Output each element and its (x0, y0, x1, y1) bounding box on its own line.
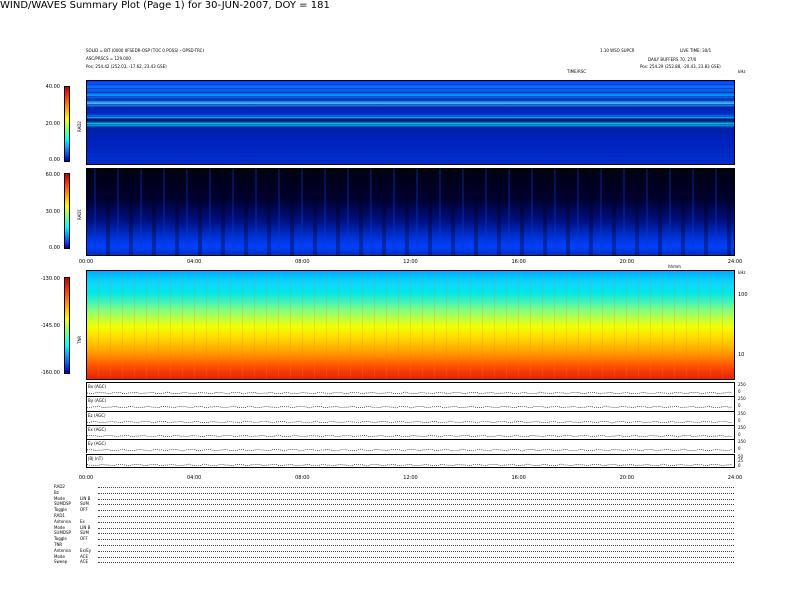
settings-dotted-line (98, 492, 734, 494)
tnr-right-unit: kHz (738, 270, 746, 275)
rad2-panel-name: RAD2 (77, 121, 82, 132)
housekeeping-trace (87, 420, 733, 423)
housekeeping-trace-line (87, 406, 733, 409)
housekeeping-right-tick: 0 (738, 417, 741, 423)
header-time-tag: TIME/RSC (567, 69, 587, 74)
settings-dotted-line (98, 527, 734, 529)
lower-time-tick-label: 12:00 (403, 475, 418, 481)
rad2-tick-top: 40.00 (45, 84, 60, 90)
tnr-spectrogram (86, 270, 735, 380)
lower-time-tick-label: 08:00 (295, 475, 310, 481)
housekeeping-right-tick: 250 (738, 382, 746, 387)
housekeeping-panel (86, 439, 735, 454)
rad1-tick-mid: 30.00 (45, 209, 60, 215)
rad2-tick-bottom: 0.00 (48, 157, 60, 163)
header-khz-tag: kHz (738, 69, 746, 74)
settings-dotted-line (98, 504, 734, 506)
settings-key: Sweep (54, 559, 68, 565)
housekeeping-label: Ex (AGC) (88, 426, 106, 432)
upper-time-tick-label: 24:00 (727, 259, 743, 265)
housekeeping-right-tick: 0 (738, 389, 741, 395)
tnr-right-tick-100: 100 (738, 292, 748, 298)
upper-time-tick-label: 20:00 (619, 259, 635, 265)
tnr-colorbar (64, 277, 70, 374)
housekeeping-trace (87, 391, 733, 395)
housekeeping-trace (87, 463, 733, 466)
housekeeping-panel (86, 424, 735, 440)
housekeeping-right-tick: 0 (738, 446, 741, 452)
settings-dotted-line (98, 521, 734, 523)
lower-time-tick-label: 00:00 (78, 475, 94, 481)
settings-dotted-line (98, 516, 734, 517)
housekeeping-right-tick: 250 (738, 396, 746, 402)
rad2-colorbar (64, 86, 70, 162)
housekeeping-panel (86, 453, 735, 468)
settings-dotted-line (98, 539, 734, 541)
header-position-right: Pos: 254.29 (252.88, -20.43, 23.83 GSE) (640, 64, 721, 69)
housekeeping-trace-line (87, 420, 733, 423)
upper-time-tick-label: 12:00 (403, 259, 418, 265)
upper-time-tick-label: 16:00 (511, 259, 526, 265)
header-info-line1: SOLID = BIT (0000 0FSEDR-OSP (TOC 0 POSS… (86, 48, 205, 53)
header-daily-buffers: DAILY BUFFERS 70, 27/0 (648, 57, 697, 62)
upper-time-tick-label: 00:00 (78, 259, 94, 265)
lower-time-tick-label: 24:00 (727, 475, 743, 481)
housekeeping-right-tick: 250 (738, 410, 746, 416)
housekeeping-panel (86, 396, 735, 411)
housekeeping-label: Ez (AGC) (88, 412, 106, 418)
settings-dotted-line (98, 487, 734, 488)
housekeeping-trace-line (87, 463, 733, 466)
housekeeping-label: Ey (AGC) (88, 441, 106, 447)
housekeeping-panel (86, 410, 735, 425)
housekeeping-label: Bx (AGC) (88, 384, 107, 389)
rad2-tick-mid: 20.00 (45, 121, 60, 127)
settings-dotted-line (98, 556, 734, 558)
lower-time-tick-label: 16:00 (511, 475, 526, 481)
tnr-tick-bottom: -160.00 (40, 370, 60, 376)
settings-dotted-line (98, 562, 734, 564)
tnr-right-tick-10: 10 (738, 352, 745, 358)
settings-dotted-line (98, 498, 734, 500)
rad1-tick-bottom: 0.00 (48, 245, 60, 251)
settings-dotted-line (98, 510, 734, 512)
rad1-panel-name: RAD1 (77, 209, 82, 220)
settings-row: Sweep ACE (54, 559, 734, 565)
settings-dotted-line (98, 533, 734, 535)
header-position-left: Pos: 254.42 (252.03, -17.62, 23.43 GSE) (86, 64, 167, 69)
page-title: WIND/WAVES Summary Plot (Page 1) for 30-… (0, 0, 330, 11)
housekeeping-label: |B| (nT) (88, 455, 103, 461)
housekeeping-right-tick: 250 (738, 424, 746, 430)
settings-dotted-line (98, 545, 734, 546)
settings-dotted-line (98, 550, 734, 552)
housekeeping-right-tick: 0 (738, 432, 741, 438)
upper-time-tick-label: 04:00 (186, 259, 202, 265)
housekeeping-trace-line (87, 391, 733, 395)
lower-time-tick-label: 04:00 (186, 475, 202, 481)
housekeeping-trace (87, 406, 733, 409)
housekeeping-right-tick: 0 (738, 403, 741, 409)
tnr-panel-name: TNR (77, 335, 82, 344)
housekeeping-trace (87, 434, 733, 438)
housekeeping-right-tick: 250 (738, 439, 746, 445)
time-axis-unit: hhmm (668, 264, 681, 269)
housekeeping-panel (86, 382, 735, 397)
lower-time-tick-label: 20:00 (619, 475, 635, 481)
tnr-tick-mid: -145.00 (40, 323, 60, 329)
housekeeping-trace-line (87, 448, 733, 452)
upper-time-tick-label: 08:00 (295, 259, 310, 265)
housekeeping-trace-line (87, 434, 733, 438)
header-wso: 1.10 WSO SUPCR (600, 48, 635, 53)
housekeeping-trace (87, 448, 733, 452)
header-info-line2: ASC/PRSCS = 129.000 (86, 56, 131, 61)
rad2-spectrogram (86, 80, 735, 165)
housekeeping-right-tick: 0 (738, 463, 741, 469)
settings-value: ACE (80, 559, 88, 565)
rad1-tick-top: 60.00 (45, 172, 60, 178)
housekeeping-label: By (AGC) (88, 398, 107, 404)
rad1-spectrogram (86, 168, 735, 256)
rad1-colorbar (64, 173, 70, 249)
tnr-tick-top: -130.00 (40, 276, 60, 282)
header-live-time: LIVE TIME: 30/1 (680, 48, 712, 53)
